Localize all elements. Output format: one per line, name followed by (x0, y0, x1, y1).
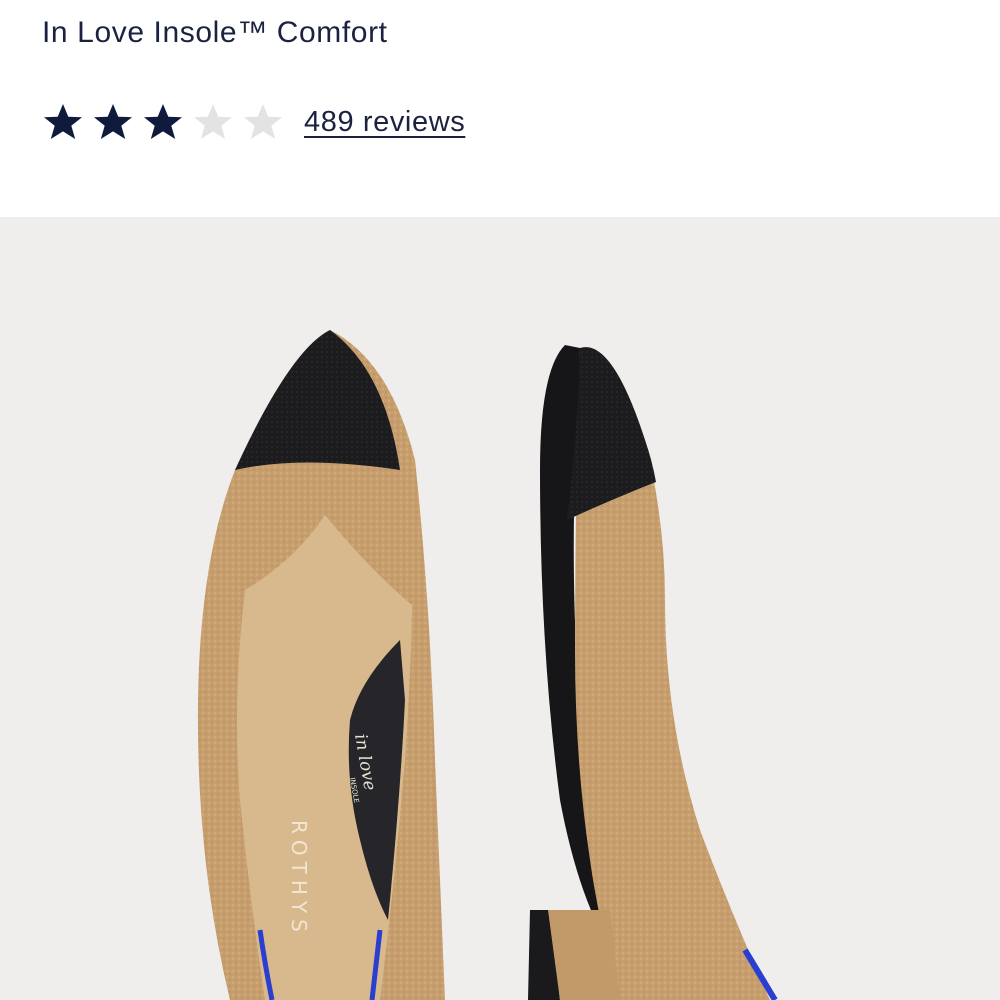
star-empty-icon (192, 101, 234, 143)
reviews-link[interactable]: 489 reviews (304, 106, 465, 139)
star-filled-icon (42, 101, 84, 143)
shoe-photo: in love INSOLE ROTHYS (197, 330, 778, 1000)
product-title: In Love Insole™ Comfort (42, 16, 388, 49)
star-filled-icon (142, 101, 184, 143)
rating-row: 489 reviews (42, 100, 465, 144)
insole-brand-text: ROTHYS (287, 820, 311, 938)
star-empty-icon (242, 101, 284, 143)
right-shoe (528, 345, 778, 1000)
left-shoe: in love INSOLE ROTHYS (197, 330, 445, 1000)
product-image[interactable]: in love INSOLE ROTHYS (0, 217, 1000, 1000)
star-filled-icon (92, 101, 134, 143)
